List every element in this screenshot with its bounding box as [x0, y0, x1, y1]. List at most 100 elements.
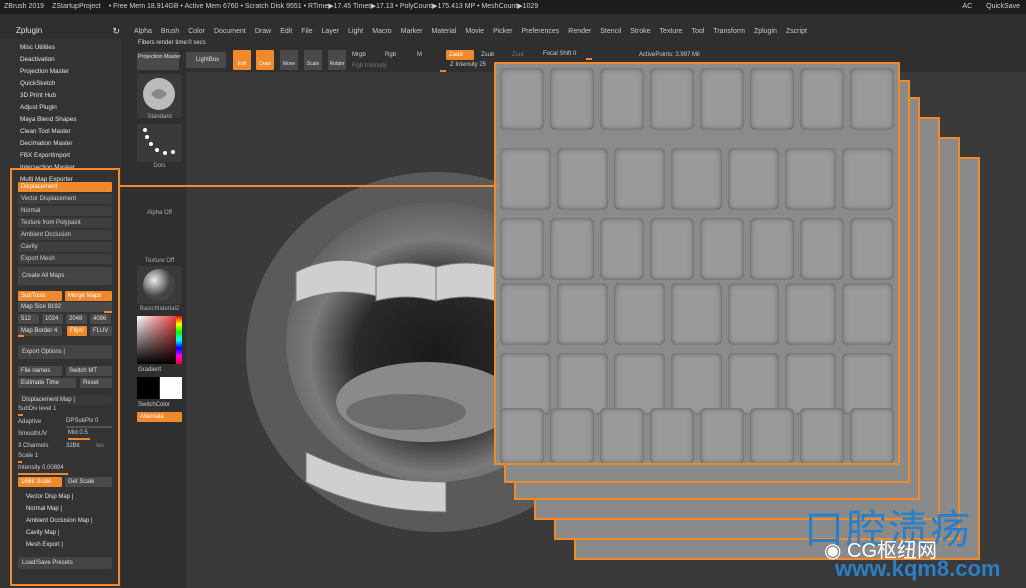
plugin-item-adjust-plugin[interactable]: Adjust Plugin [20, 102, 116, 113]
plugin-item-decimation-master[interactable]: Decimation Master [20, 138, 116, 149]
draw-button[interactable]: Draw [256, 50, 274, 70]
dpsubpix-slider[interactable]: DPSubPix 0 [66, 418, 98, 424]
menu-stroke[interactable]: Stroke [630, 26, 650, 38]
menu-tool[interactable]: Tool [691, 26, 704, 38]
menu-document[interactable]: Document [214, 26, 246, 38]
menu-render[interactable]: Render [568, 26, 591, 38]
hue-strip[interactable] [176, 316, 182, 364]
rotate-button[interactable]: Rotate [328, 50, 346, 70]
bits-toggle[interactable]: 32Bit [66, 443, 80, 449]
menu-macro[interactable]: Macro [372, 26, 391, 38]
estimate-time-button[interactable]: Estimate Time [18, 378, 76, 388]
menu-marker[interactable]: Marker [401, 26, 423, 38]
map-type-vector-displacement[interactable]: Vector Displacement [18, 194, 112, 204]
rgb-toggle[interactable]: Rgb [385, 52, 396, 58]
zplugin-header[interactable]: Zplugin ↻ [0, 24, 130, 38]
map-type-ambient-occlusion[interactable]: Ambient Occlusion [18, 230, 112, 240]
menu-edit[interactable]: Edit [280, 26, 292, 38]
menu-zplugin[interactable]: Zplugin [754, 26, 777, 38]
map-size-slider[interactable]: Map Size 8192 [18, 302, 112, 312]
smoothuv-toggle[interactable]: SmoothUV [18, 431, 47, 437]
edit-button[interactable]: Edit [233, 50, 251, 70]
menu-preferences[interactable]: Preferences [522, 26, 560, 38]
size-512-button[interactable]: 512 [18, 314, 39, 324]
size-2048-button[interactable]: 2048 [66, 314, 87, 324]
switch-mt-button[interactable]: Switch MT [66, 366, 112, 376]
menu-movie[interactable]: Movie [465, 26, 484, 38]
menu-brush[interactable]: Brush [161, 26, 179, 38]
16bit-scale-button[interactable]: 16Bit Scale [18, 477, 62, 487]
plugin-item-projection-master[interactable]: Projection Master [20, 66, 116, 77]
alternate-button[interactable]: Alternate [137, 412, 182, 422]
map-type-export-mesh[interactable]: Export Mesh [18, 254, 112, 264]
map-type-cavity[interactable]: Cavity [18, 242, 112, 252]
material-thumbnail[interactable] [137, 266, 182, 304]
refresh-icon[interactable]: ↻ [112, 24, 120, 38]
subtools-button[interactable]: SubTools [18, 291, 62, 301]
plugin-item-clean-tool-master[interactable]: Clean Tool Master [20, 126, 116, 137]
menu-file[interactable]: File [301, 26, 312, 38]
lightbox-button[interactable]: LightBox [186, 52, 226, 68]
plugin-item-quicksketch[interactable]: QuickSketch [20, 78, 116, 89]
flipv-button[interactable]: FlipV [67, 326, 87, 336]
map-type-normal[interactable]: Normal [18, 206, 112, 216]
zcut-toggle[interactable]: Zcut [512, 52, 524, 58]
mrgb-toggle[interactable]: Mrgb [352, 52, 366, 58]
load-save-presets-button[interactable]: Load/Save Presets [18, 557, 112, 569]
brush-thumbnail[interactable] [137, 74, 182, 118]
section-cavity-map[interactable]: Cavity Map | [26, 530, 59, 536]
menu-alpha[interactable]: Alpha [134, 26, 152, 38]
texture-thumbnail[interactable] [137, 220, 182, 256]
plugin-item-deactivation[interactable]: Deactivation [20, 54, 116, 65]
section-vector-disp-map[interactable]: Vector Disp Map | [26, 494, 73, 500]
scale-slider[interactable]: Scale 1 [18, 453, 38, 459]
menu-color[interactable]: Color [188, 26, 205, 38]
section-mesh-export[interactable]: Mesh Export | [26, 542, 63, 548]
projection-master-button[interactable]: Projection Master [137, 52, 181, 70]
menu-texture[interactable]: Texture [659, 26, 682, 38]
z-intensity-slider[interactable]: Z Intensity 25 [450, 62, 486, 68]
primary-color-swatch[interactable] [137, 377, 159, 399]
menu-layer[interactable]: Layer [322, 26, 340, 38]
size-4096-button[interactable]: 4096 [90, 314, 111, 324]
fluv-button[interactable]: FLUV [90, 326, 112, 336]
plugin-item-misc-utilities[interactable]: Misc Utilities [20, 42, 116, 53]
menu-transform[interactable]: Transform [713, 26, 745, 38]
size-1024-button[interactable]: 1024 [42, 314, 63, 324]
displacement-map-section[interactable]: Displacement Map | [18, 395, 112, 405]
gradient-label[interactable]: Gradient [138, 367, 161, 373]
merge-maps-button[interactable]: Merge Maps [65, 291, 112, 301]
zadd-button[interactable]: Zadd [446, 50, 474, 60]
get-scale-button[interactable]: Get Scale [65, 477, 112, 487]
file-names-button[interactable]: File names [18, 366, 62, 376]
quicksave-button[interactable]: QuickSave [986, 0, 1020, 14]
rgb-intensity-slider[interactable]: Rgb Intensity [352, 63, 387, 69]
section-normal-map[interactable]: Normal Map | [26, 506, 62, 512]
plugin-item-fbx-exportimport[interactable]: FBX ExportImport [20, 150, 116, 161]
plugin-item-3d-print-hub[interactable]: 3D Print Hub [20, 90, 116, 101]
menu-draw[interactable]: Draw [255, 26, 271, 38]
reset-button[interactable]: Reset [80, 378, 112, 388]
map-type-texture-from-polypaint[interactable]: Texture from Polypaint [18, 218, 112, 228]
plugin-item-maya-blend-shapes[interactable]: Maya Blend Shapes [20, 114, 116, 125]
ac-button[interactable]: AC [962, 0, 972, 14]
map-border-slider[interactable]: Map Border 4 [18, 326, 62, 336]
menu-stencil[interactable]: Stencil [600, 26, 621, 38]
menu-material[interactable]: Material [431, 26, 456, 38]
section-ambient-occlusion-map[interactable]: Ambient Occlusion Map | [26, 518, 93, 524]
menu-light[interactable]: Light [348, 26, 363, 38]
channels-toggle[interactable]: 3 Channels [18, 443, 48, 449]
export-options-button[interactable]: Export Options | [18, 345, 112, 359]
subdiv-slider[interactable]: SubDiv level 1 [18, 406, 56, 412]
create-all-maps-button[interactable]: Create All Maps [18, 267, 112, 285]
switchcolor-button[interactable]: SwitchColor [138, 402, 170, 408]
menu-picker[interactable]: Picker [493, 26, 512, 38]
secondary-color-swatch[interactable] [160, 377, 182, 399]
adaptive-toggle[interactable]: Adaptive [18, 419, 41, 425]
map-type-displacement[interactable]: Displacement [18, 182, 112, 192]
tex-toggle[interactable]: tex [96, 443, 104, 449]
intensity-slider[interactable]: Intensity 0.00894 [18, 465, 64, 471]
m-toggle[interactable]: M [417, 52, 422, 58]
mid-slider[interactable]: Mid 0.5 [68, 430, 88, 436]
move-button[interactable]: Move [280, 50, 298, 70]
